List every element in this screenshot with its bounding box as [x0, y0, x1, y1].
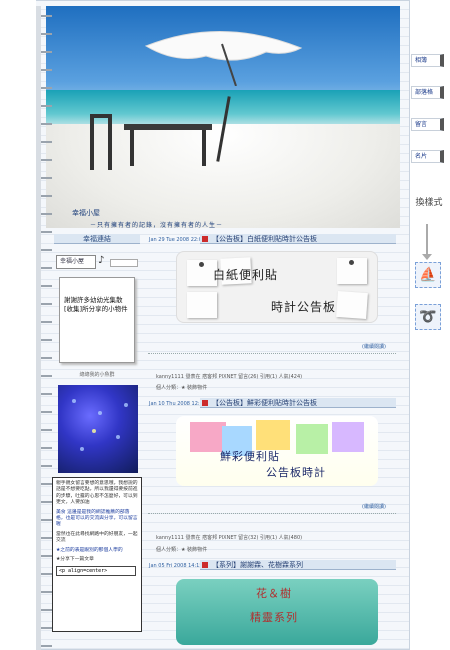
image-text: 鮮彩便利貼 — [220, 450, 280, 463]
guestbook-entry: 美食 這邊是是我的網誌推薦的部落格，也是可以的交流與分享，可以留言喔 — [56, 509, 138, 528]
umbrella-graphic — [144, 31, 303, 86]
sticky-note — [332, 422, 364, 452]
post-footer: kanny1111 發表在 痞客邦 PIXNET 留言(32) 引用(1) 人氣… — [156, 535, 303, 541]
change-style-label: 換樣式 — [415, 198, 443, 208]
notebook-rings — [36, 6, 52, 650]
table-leg — [130, 130, 134, 166]
post-date: Jan 10 Thu 2008 12:03 — [149, 401, 206, 407]
link-select[interactable] — [110, 259, 138, 267]
header-banner-image: 幸福小屋 －只有擁有者的記錄，沒有擁有者的人生－ — [46, 6, 400, 228]
blog-subtitle: －只有擁有者的記錄，沒有擁有者的人生－ — [90, 222, 224, 228]
dancer-icon: ♪ — [98, 255, 105, 266]
guestbook-entry: ★之前的表是跟別的那個人學的 — [56, 547, 123, 553]
divider — [148, 353, 396, 354]
pin-icon — [199, 262, 204, 267]
bubble-icon — [72, 399, 76, 403]
fish-tank-widget[interactable] — [58, 385, 138, 473]
beach-chair — [90, 114, 112, 170]
post-date: Jan 05 Fri 2008 14:15 — [149, 563, 203, 569]
bubble-icon — [80, 447, 84, 451]
swirl-icon[interactable]: ➰ — [415, 304, 441, 330]
post-date: Jan 29 Tue 2008 22:07 — [149, 237, 206, 243]
note-text: 謝謝許多幼幼光集散[收集]所分享的小物件 — [64, 296, 128, 313]
tab-guestbook[interactable]: 留言 — [411, 118, 444, 131]
blog-title[interactable]: 幸福小屋 — [72, 208, 100, 218]
image-text: 白紙便利貼 — [213, 268, 279, 282]
bubble-icon — [116, 435, 120, 439]
post-image: 鮮彩便利貼 公告板時計 — [176, 416, 378, 486]
fish-icon — [92, 429, 96, 433]
sticky-note — [336, 290, 368, 320]
sticky-note — [256, 420, 290, 450]
guestbook-entry: ★分享下一篇文章 — [56, 557, 94, 563]
fish-widget-label: 總總我的小魚群 — [79, 372, 115, 378]
bubble-icon — [98, 411, 102, 415]
image-text: 時計公告板 — [271, 300, 337, 314]
tab-blog[interactable]: 部落格 — [411, 86, 444, 99]
image-text: 花＆樹 — [256, 587, 292, 600]
post-image: 花＆樹 精靈系列 — [176, 579, 378, 645]
post-title[interactable]: 【公告板】鮮彩便利貼時計公告板 — [200, 398, 396, 408]
beach-table — [124, 124, 212, 130]
post-footer: kanny1111 發表在 痞客邦 PIXNET 留言(26) 引用(1) 人氣… — [156, 374, 303, 380]
image-text: 公告板時計 — [266, 466, 326, 479]
tab-album[interactable]: 相簿 — [411, 54, 444, 67]
sailboat-icon[interactable]: ⛵ — [415, 262, 441, 288]
sticky-note — [296, 424, 328, 454]
down-arrow-icon — [422, 224, 432, 260]
blog-page: 幸福小屋 －只有擁有者的記錄，沒有擁有者的人生－ 幸福連結 幸福小屋 ♪ 謝謝許… — [36, 0, 410, 650]
guestbook-entry: 親手親女留言要想的意思哦，我想說的話是不想要吃點，所以我還得要按前進的步驟，吐露… — [56, 481, 138, 506]
post-image: 白紙便利貼 時計公告板 — [176, 251, 378, 323]
post-title[interactable]: 【公告板】白紙便利貼時計公告板 — [200, 234, 396, 244]
read-more-link[interactable]: (繼續閱讀) — [362, 343, 386, 350]
post-title[interactable]: 【系列】謝謝霖、花樹霖系列 — [200, 560, 396, 570]
table-leg — [202, 130, 206, 166]
image-text: 精靈系列 — [250, 611, 298, 624]
tab-profile[interactable]: 名片 — [411, 150, 444, 163]
divider — [148, 513, 396, 514]
sticky-note — [187, 292, 217, 318]
bubble-icon — [124, 403, 128, 407]
read-more-link[interactable]: (繼續閱讀) — [362, 503, 386, 510]
blog-logo-link[interactable]: 幸福小屋 — [56, 255, 96, 269]
post-category[interactable]: 個人分類：★ 裝飾物件 — [156, 546, 207, 553]
guestbook-widget: 親手親女留言要想的意思哦，我想說的話是不想要吃點，所以我還得要按前進的步驟，吐露… — [52, 477, 142, 632]
pin-icon — [349, 260, 354, 265]
sticky-note-widget: 謝謝許多幼幼光集散[收集]所分享的小物件 — [59, 277, 135, 363]
links-heading: 幸福連結 — [54, 234, 140, 244]
guestbook-input[interactable] — [56, 566, 136, 577]
guestbook-entry: 當然也在此尋找網路中的好朋友，一起交流 — [56, 531, 138, 544]
post-category[interactable]: 個人分類：★ 裝飾物件 — [156, 384, 207, 391]
